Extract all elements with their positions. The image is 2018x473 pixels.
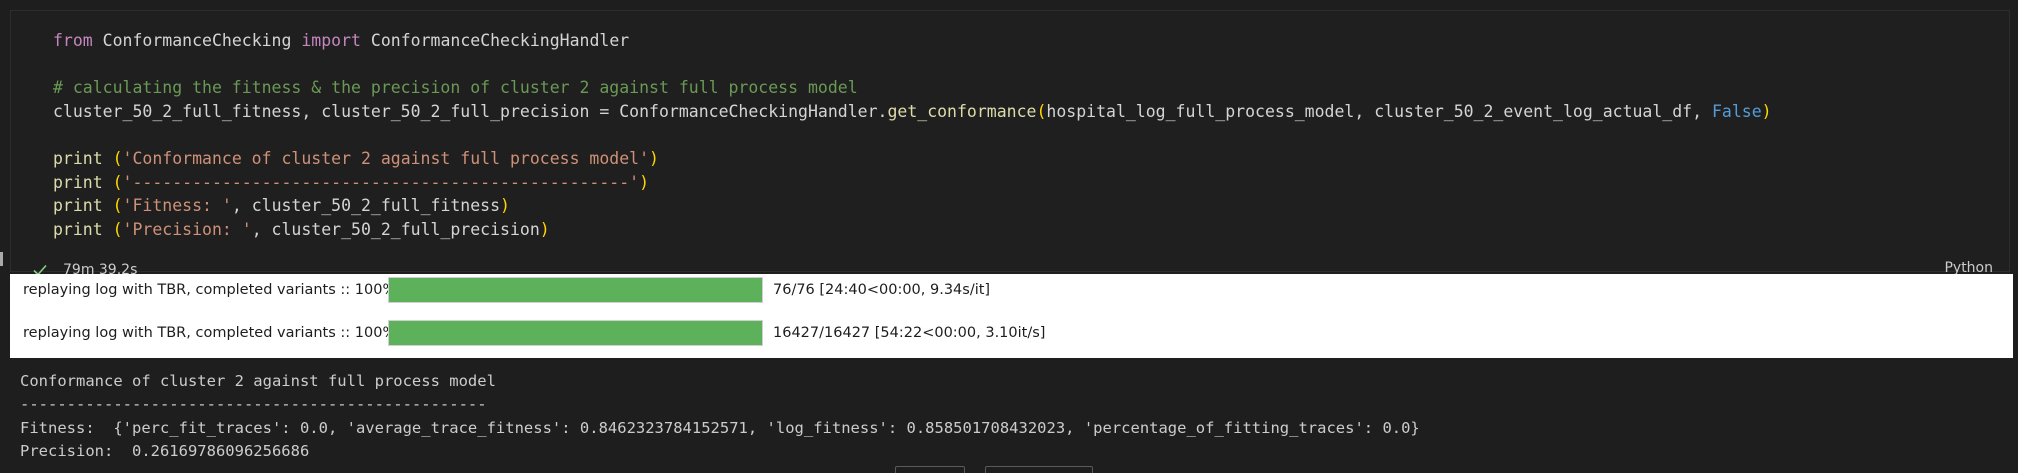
code-token: print <box>53 219 103 239</box>
code-token: 'Conformance of cluster 2 against full p… <box>122 148 650 168</box>
code-token: 'Precision: ' <box>122 219 252 239</box>
code-token: ( <box>1036 101 1047 121</box>
cell-text-output: Conformance of cluster 2 against full pr… <box>20 370 1420 463</box>
code-editor[interactable]: from ConformanceChecking import Conforma… <box>53 29 1772 241</box>
code-line[interactable]: print ('--------------------------------… <box>53 171 1772 195</box>
output-line: Conformance of cluster 2 against full pr… <box>20 372 496 390</box>
code-token: print <box>53 148 103 168</box>
code-token: import <box>301 31 361 50</box>
code-token: ConformanceCheckingHandler <box>360 31 630 50</box>
output-line: Precision: 0.26169786096256686 <box>20 441 310 460</box>
code-token: ) <box>539 219 550 239</box>
code-token: ) <box>500 196 510 216</box>
code-token: 'Fitness: ' <box>122 196 232 216</box>
progress-stats: 16427/16427 [54:22<00:00, 3.10it/s] <box>773 325 1046 341</box>
code-token: ( <box>112 148 123 168</box>
code-line[interactable]: from ConformanceChecking import Conforma… <box>53 29 1772 53</box>
code-token: # calculating the fitness & the precisio… <box>53 78 858 98</box>
code-token: print <box>53 196 103 216</box>
progress-label: replaying log with TBR, completed varian… <box>23 325 397 341</box>
code-token: hospital_log_full_process_model, cluster… <box>1046 101 1712 121</box>
code-token: from <box>53 31 93 50</box>
code-token: ( <box>112 172 123 192</box>
code-token: ) <box>1761 101 1772 121</box>
output-line: ----------------------------------------… <box>20 395 487 414</box>
code-line[interactable] <box>53 123 1772 147</box>
code-token: , cluster_50_2_full_fitness <box>231 196 501 216</box>
code-token: ( <box>112 219 123 239</box>
progress-stats: 76/76 [24:40<00:00, 9.34s/it] <box>773 282 991 298</box>
code-token: False <box>1711 101 1762 121</box>
code-line[interactable] <box>53 53 1772 77</box>
add-code-button[interactable] <box>895 466 965 473</box>
code-line[interactable]: print ('Precision: ', cluster_50_2_full_… <box>53 218 1772 242</box>
code-token: ) <box>649 148 659 168</box>
code-line[interactable]: # calculating the fitness & the precisio… <box>53 76 1772 100</box>
code-line[interactable]: cluster_50_2_full_fitness, cluster_50_2_… <box>53 100 1772 124</box>
progress-bar-fill <box>389 321 762 345</box>
progress-bar <box>388 277 763 303</box>
cell-gutter-marker <box>0 252 3 266</box>
progress-label: replaying log with TBR, completed varian… <box>23 282 397 298</box>
code-token: print <box>53 172 103 192</box>
code-token: '---------------------------------------… <box>122 172 640 192</box>
code-token: get_conformance <box>887 101 1037 121</box>
code-cell[interactable]: from ConformanceChecking import Conforma… <box>10 10 2010 278</box>
progress-bar-fill <box>389 278 762 302</box>
progress-bar <box>388 320 763 346</box>
code-line[interactable]: print ('Conformance of cluster 2 against… <box>53 147 1772 171</box>
add-markdown-button[interactable] <box>985 466 1093 473</box>
code-token: cluster_50_2_full_fitness, cluster_50_2_… <box>53 101 888 121</box>
notebook-view: from ConformanceChecking import Conforma… <box>0 0 2018 473</box>
code-line[interactable]: print ('Fitness: ', cluster_50_2_full_fi… <box>53 194 1772 218</box>
code-token: , cluster_50_2_full_precision <box>251 219 540 239</box>
code-token: ConformanceChecking <box>92 31 302 50</box>
code-token: ) <box>639 172 650 192</box>
code-token: ( <box>112 196 123 216</box>
progress-output: replaying log with TBR, completed varian… <box>10 274 2013 358</box>
output-line: Fitness: {'perc_fit_traces': 0.0, 'avera… <box>20 418 1420 437</box>
